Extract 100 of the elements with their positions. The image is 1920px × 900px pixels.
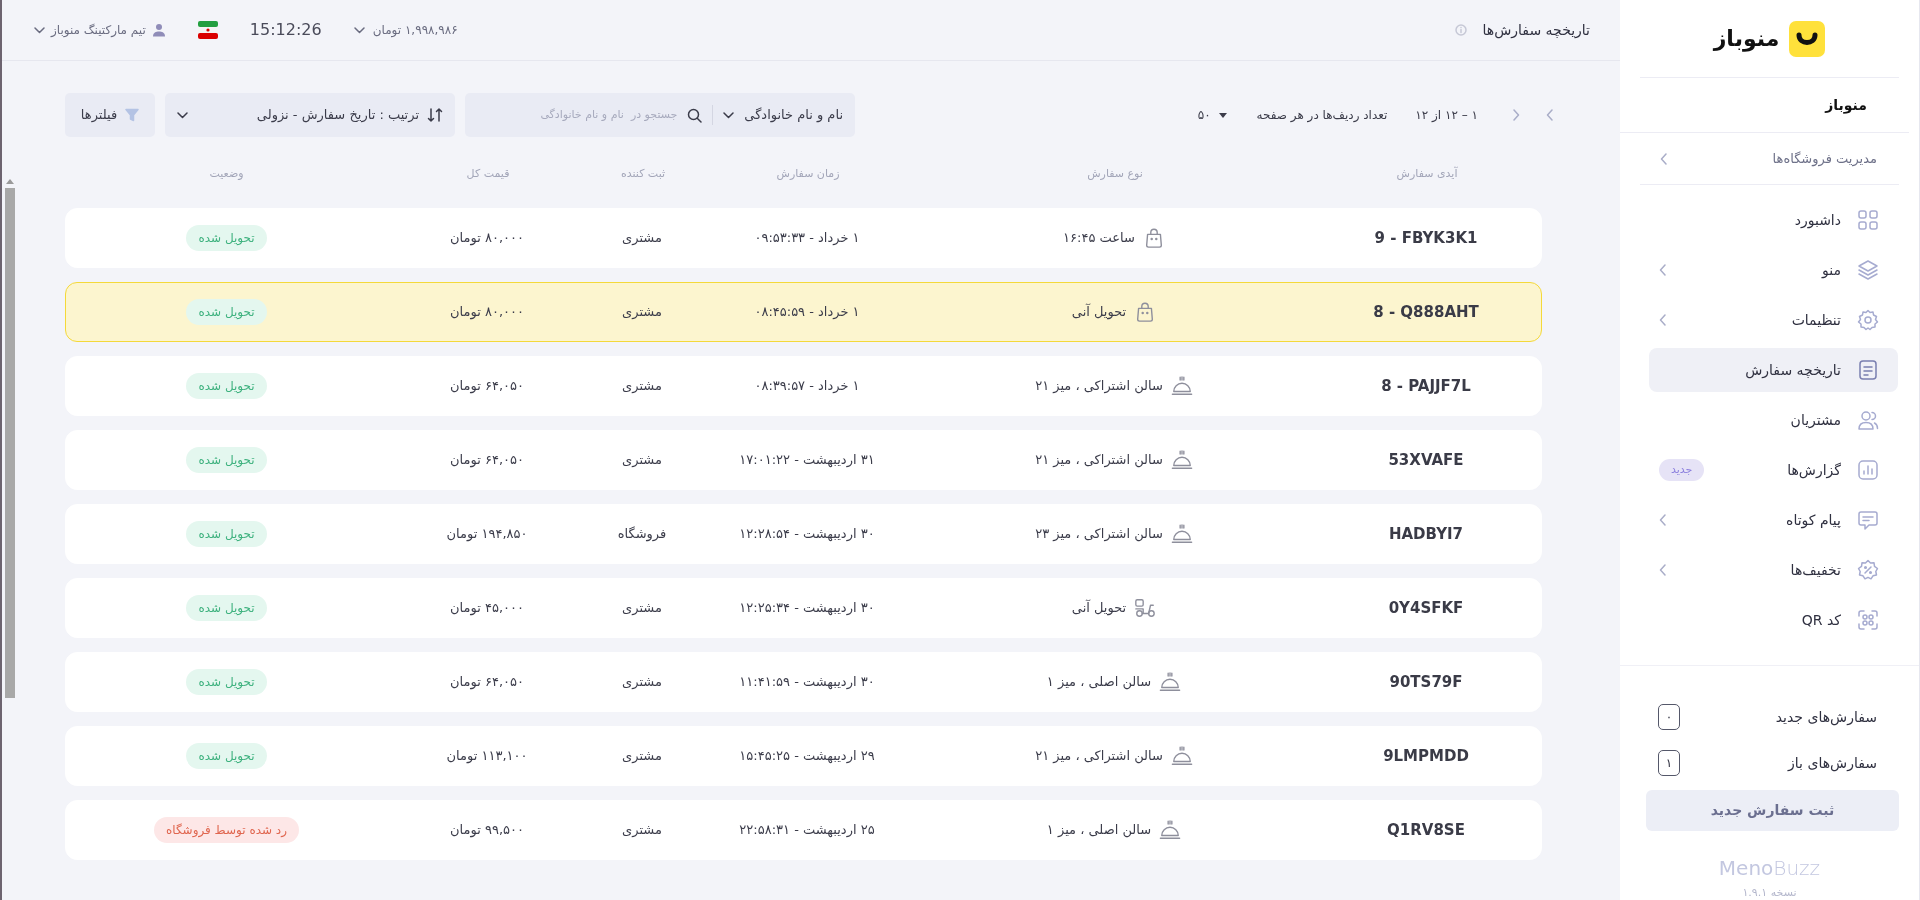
order-time: ۳۰ اردیبهشت - ۱۲:۲۸:۵۴	[739, 525, 875, 544]
counter-value: ۰	[1658, 704, 1680, 730]
order-time: ۱ خرداد - ۰۸:۳۹:۵۷	[754, 377, 860, 396]
status-badge: رد شده توسط فروشگاه	[154, 817, 299, 843]
total-price: ۹۹,۵۰۰ تومان	[450, 821, 524, 840]
logo-icon	[1789, 20, 1826, 57]
page-range: ۱ – ۱۲ از ۱۲	[1415, 107, 1478, 124]
registrar: مشتری	[622, 673, 662, 692]
user-dropdown[interactable]: تیم مارکتینگ منوباز	[34, 21, 166, 39]
total-price: ۶۴,۰۵۰ تومان	[450, 673, 524, 692]
search-field[interactable]: جستجو در نام و نام خانوادگی	[477, 106, 678, 124]
registrar: مشتری	[622, 229, 662, 248]
serving-dish-icon	[1170, 375, 1193, 397]
rows-per-page-label: تعداد ردیف‌ها در هر صفحه	[1256, 107, 1388, 124]
counter-label: سفارش‌های باز	[1788, 753, 1877, 774]
sidebar-item[interactable]: کد QR	[1649, 598, 1898, 642]
sidebar-item-label: مشتریان	[1790, 410, 1841, 430]
chevron-down-icon	[34, 26, 45, 34]
sidebar-item[interactable]: مشتریان	[1649, 398, 1898, 442]
sidebar-item-label: کد QR	[1801, 610, 1841, 630]
scrollbar-thumb[interactable]	[5, 188, 15, 698]
status-badge: تحویل شده	[186, 521, 267, 547]
bar-chart-icon	[1857, 459, 1879, 481]
column-header: آیدی سفارش	[1395, 165, 1459, 182]
filter-icon	[125, 108, 140, 122]
qr-scan-icon	[1857, 609, 1879, 631]
serving-dish-icon	[1159, 671, 1182, 693]
total-price: ۶۴,۰۵۰ تومان	[450, 451, 524, 470]
status-badge: تحویل شده	[186, 743, 267, 769]
total-price: ۶۴,۰۵۰ تومان	[450, 377, 524, 396]
total-price: ۴۵,۰۰۰ تومان	[450, 599, 524, 618]
column-header: وضعیت	[208, 165, 245, 182]
serving-dish-icon	[1170, 449, 1193, 471]
total-price: ۸۰,۰۰۰ تومان	[450, 229, 524, 248]
balance-dropdown[interactable]: ۱,۹۹۸,۹۸۶ تومان	[353, 21, 458, 39]
order-type: تحویل آنی	[1071, 598, 1127, 618]
sidebar-item[interactable]: گزارش‌ها جدید	[1649, 448, 1898, 492]
document-icon	[1857, 359, 1879, 381]
layers-icon	[1857, 259, 1879, 281]
status-badge: تحویل شده	[186, 225, 267, 251]
order-id: 90TS79F	[1389, 671, 1463, 693]
filters-button[interactable]: فیلترها	[65, 93, 155, 137]
sidebar-item-label: تنظیمات	[1791, 310, 1841, 330]
registrar: مشتری	[622, 599, 662, 618]
settings-icon	[1857, 309, 1879, 331]
counter-value: ۱	[1658, 750, 1680, 776]
order-type: سالن اشتراکی ، میز ۲۱	[1035, 747, 1163, 766]
chevron-down-icon	[723, 111, 735, 119]
grid-icon	[1857, 209, 1879, 231]
discount-icon	[1857, 559, 1879, 581]
sidebar-item[interactable]: تخفیف‌ها	[1649, 548, 1898, 592]
sidebar-item[interactable]: تنظیمات	[1649, 298, 1898, 342]
sidebar-item[interactable]: منو	[1649, 248, 1898, 292]
serving-dish-icon	[1170, 745, 1193, 767]
sidebar-item-label: داشبورد	[1794, 210, 1841, 231]
status-badge: تحویل شده	[186, 447, 267, 473]
rows-per-page-select[interactable]: ۵۰	[1197, 106, 1227, 124]
registrar: مشتری	[622, 303, 662, 322]
search-scope-dropdown[interactable]: نام و نام خانوادگی	[723, 105, 843, 125]
status-badge: تحویل شده	[186, 669, 267, 695]
caret-down-icon	[1218, 112, 1227, 118]
search-icon	[687, 107, 703, 123]
registrar: مشتری	[622, 747, 662, 766]
registrar: مشتری	[622, 451, 662, 470]
sidebar-item[interactable]: تاریخچه سفارش	[1649, 348, 1898, 392]
status-badge: تحویل شده	[186, 299, 267, 325]
counter-label: سفارش‌های جدید	[1775, 707, 1877, 728]
new-badge: جدید	[1659, 458, 1705, 482]
order-id: Q1RV8SE	[1387, 819, 1465, 841]
order-time: ۲۵ اردیبهشت - ۲۲:۵۸:۳۱	[739, 821, 875, 840]
flag-icon	[197, 20, 218, 40]
order-type: سالن اصلی ، میز ۱	[1046, 821, 1152, 840]
sort-dropdown[interactable]: ترتیب : تاریخ سفارش - نزولی	[165, 93, 455, 137]
users-icon	[1857, 409, 1879, 431]
registrar: مشتری	[622, 377, 662, 396]
serving-dish-icon	[1159, 819, 1182, 841]
clock-time: 15:12:26	[249, 19, 322, 41]
version-text: نسخه ۱.۹.۱	[1741, 885, 1798, 900]
status-badge: تحویل شده	[186, 595, 267, 621]
new-order-button[interactable]: ثبت سفارش جدید	[1646, 790, 1899, 831]
account-name: منوباز	[1825, 95, 1867, 116]
order-id: 53XVAFE	[1388, 449, 1464, 471]
sidebar-item-label: پیام کوتاه	[1786, 510, 1841, 531]
sidebar-item-label: تخفیف‌ها	[1790, 560, 1841, 580]
scroll-up-arrow-icon	[6, 179, 14, 184]
store-management-item[interactable]: مدیریت فروشگاه‌ها	[1640, 133, 1899, 185]
order-time: ۱ خرداد - ۰۹:۵۳:۳۳	[754, 229, 860, 248]
order-time: ۲۹ اردیبهشت - ۱۵:۴۵:۲۵	[739, 747, 875, 766]
sidebar-item[interactable]: پیام کوتاه	[1649, 498, 1898, 542]
user-icon	[151, 23, 166, 37]
sidebar-item[interactable]: داشبورد	[1649, 198, 1898, 242]
order-id: 8 - PAJJF7L	[1381, 375, 1471, 397]
order-time: ۳۱ اردیبهشت - ۱۷:۰۱:۲۲	[739, 451, 875, 470]
sidebar-item-label: تاریخچه سفارش	[1745, 360, 1841, 381]
order-id: 9LMPMDD	[1383, 745, 1469, 767]
order-time: ۳۰ اردیبهشت - ۱۲:۲۵:۳۴	[739, 599, 875, 618]
order-type: ساعت ۱۶:۴۵	[1063, 229, 1135, 248]
sidebar-item-label: منو	[1822, 260, 1841, 281]
sort-icon	[427, 107, 443, 123]
status-badge: تحویل شده	[186, 373, 267, 399]
